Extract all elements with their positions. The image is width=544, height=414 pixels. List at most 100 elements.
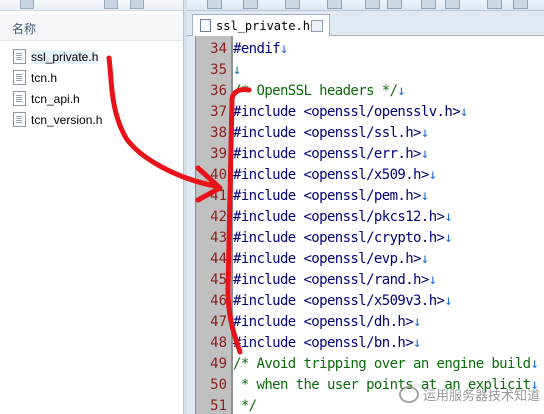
line-end-marker: ↓ [233,62,241,78]
redo-icon[interactable] [445,0,460,9]
code-text: #include <openssl/x509.h>↓ [233,165,437,186]
line-end-marker: ↓ [420,146,429,162]
file-explorer-pane: 名称 ssl_private.h tcn.h tcn_api.h tcn_ver… [0,0,183,414]
code-text: /* Avoid tripping over an engine build↓ [233,354,539,375]
line-number: 47 [210,314,227,330]
code-content: #include <openssl/opensslv.h> [233,104,461,120]
save-icon[interactable] [243,0,258,9]
code-line[interactable]: 42 #include <openssl/pkcs12.h>↓ [196,207,544,228]
code-line[interactable]: 47 #include <openssl/dh.h>↓ [196,312,544,333]
editor-window: ssl_private.h 34 #endif↓ 35 ↓ 36 /* OpenSSL h… [187,0,544,414]
code-line[interactable]: 45 #include <openssl/rand.h>↓ [196,270,544,291]
code-line[interactable]: 46 #include <openssl/x509v3.h>↓ [196,291,544,312]
code-line[interactable]: 44 #include <openssl/evp.h>↓ [196,249,544,270]
code-content: #include <openssl/crypto.h> [233,230,445,246]
file-list: ssl_private.h tcn.h tcn_api.h tcn_versio… [0,46,183,130]
copy-icon[interactable] [327,0,342,9]
line-end-marker: ↓ [413,314,421,330]
file-icon [13,112,26,127]
code-content: #include <openssl/err.h> [233,146,421,162]
tab-label: ssl_private.h [216,18,310,33]
file-icon [13,70,26,85]
code-text: #include <openssl/crypto.h>↓ [233,228,453,249]
toolbar-icon[interactable] [130,0,144,9]
line-number: 43 [210,230,227,246]
line-number: 49 [210,356,227,372]
code-text: #include <openssl/pkcs12.h>↓ [233,207,453,228]
toolbar-icon[interactable] [104,0,118,9]
code-content: */ [233,398,257,414]
code-text: ↓ [233,60,241,81]
code-content: #include <openssl/x509v3.h> [233,293,445,309]
line-number: 37 [210,104,227,120]
document-icon [200,19,211,32]
line-end-marker: ↓ [444,293,453,309]
file-item[interactable]: ssl_private.h [0,46,183,67]
code-line[interactable]: 49 /* Avoid tripping over an engine build… [196,354,544,375]
line-end-marker: ↓ [420,251,429,267]
file-item[interactable]: tcn.h [0,67,183,88]
file-name: tcn_api.h [31,91,80,106]
line-number: 48 [210,335,227,351]
code-content: #include <openssl/evp.h> [233,251,421,267]
tab-ssl-private-h[interactable]: ssl_private.h [192,14,330,36]
code-editor[interactable]: 34 #endif↓ 35 ↓ 36/* OpenSSL headers */↓ 37 #i… [195,36,544,414]
watermark-text: 运用服务器技术知道 [422,389,540,404]
line-end-marker: ↓ [428,167,437,183]
code-text: #include <openssl/evp.h>↓ [233,249,429,270]
code-content: #include <openssl/bn.h> [233,335,414,351]
code-line[interactable]: 41 #include <openssl/pem.h>↓ [196,186,544,207]
code-line[interactable]: 34 #endif↓ [196,39,544,60]
line-number: 36 [210,83,227,99]
line-end-marker: ↓ [413,335,421,351]
file-name: tcn.h [31,70,58,85]
code-text: #include <openssl/opensslv.h>↓ [233,102,468,123]
code-text: /* OpenSSL headers */↓ [233,81,406,102]
file-icon [13,91,26,106]
code-line[interactable]: 40 #include <openssl/x509.h>↓ [196,165,544,186]
code-line[interactable]: 38 #include <openssl/ssl.h>↓ [196,123,544,144]
code-content: #endif [233,41,281,57]
line-number: 44 [210,251,227,267]
line-end-marker: ↓ [428,272,437,288]
line-end-marker: ↓ [444,209,453,225]
file-item[interactable]: tcn_api.h [0,88,183,109]
print-icon[interactable] [285,0,300,9]
line-end-marker: ↓ [530,356,539,372]
undo-icon[interactable] [421,0,436,9]
line-number: 40 [210,167,227,183]
code-content: /* OpenSSL headers */ [233,83,398,99]
line-end-marker: ↓ [444,230,453,246]
close-tab-icon[interactable] [311,19,323,32]
line-number: 50 [210,377,227,393]
code-text: #include <openssl/ssl.h>↓ [233,123,429,144]
line-end-marker: ↓ [420,125,429,141]
column-header-name[interactable]: 名称 [0,14,183,41]
toolbar-icon[interactable] [20,0,34,9]
search-icon[interactable] [487,0,502,9]
file-icon [13,49,26,64]
file-name: ssl_private.h [31,49,99,64]
line-number: 46 [210,293,227,309]
code-line[interactable]: 36 /* OpenSSL headers */↓ [196,81,544,102]
new-file-icon[interactable] [207,0,222,9]
code-line[interactable]: 48 #include <openssl/bn.h>↓ [196,333,544,354]
code-line[interactable]: 39 #include <openssl/err.h>↓ [196,144,544,165]
code-line[interactable]: 35 ↓ [196,60,544,81]
tab-bar: ssl_private.h [187,11,544,36]
cut-icon[interactable] [365,0,380,9]
paste-icon[interactable] [387,0,402,9]
code-line[interactable]: 43 #include <openssl/crypto.h>↓ [196,228,544,249]
line-number: 38 [210,125,227,141]
code-text: */ [233,396,257,414]
line-end-marker: ↓ [460,104,468,120]
code-text: #include <openssl/dh.h>↓ [233,312,421,333]
replace-icon[interactable] [513,0,528,9]
code-line[interactable]: 37 #include <openssl/opensslv.h>↓ [196,102,544,123]
code-content: #include <openssl/dh.h> [233,314,414,330]
code-content: #include <openssl/ssl.h> [233,125,421,141]
wechat-icon [398,386,419,403]
file-item[interactable]: tcn_version.h [0,109,183,130]
line-number: 45 [210,272,227,288]
code-text: #include <openssl/bn.h>↓ [233,333,421,354]
